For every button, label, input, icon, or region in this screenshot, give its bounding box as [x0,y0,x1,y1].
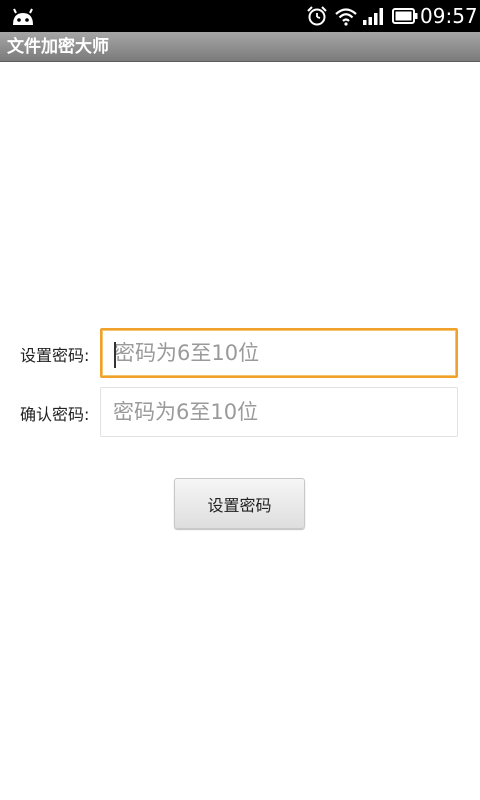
battery-icon [392,8,418,24]
status-clock: 09:57 [420,4,478,28]
password-label: 设置密码: [20,346,90,365]
signal-icon [363,8,383,25]
status-bar: 09:57 [0,0,480,32]
confirm-password-field-container [100,387,458,437]
text-cursor [114,342,116,368]
alarm-icon [307,6,327,26]
confirm-password-input[interactable] [101,388,457,436]
android-icon [13,8,33,25]
app-title-bar: 文件加密大师 [0,32,480,62]
wifi-icon [335,8,357,26]
password-input[interactable] [102,330,456,376]
confirm-password-label: 确认密码: [20,405,90,424]
app-title: 文件加密大师 [7,37,109,57]
set-password-button[interactable]: 设置密码 [174,478,305,529]
password-field-container [100,328,458,378]
